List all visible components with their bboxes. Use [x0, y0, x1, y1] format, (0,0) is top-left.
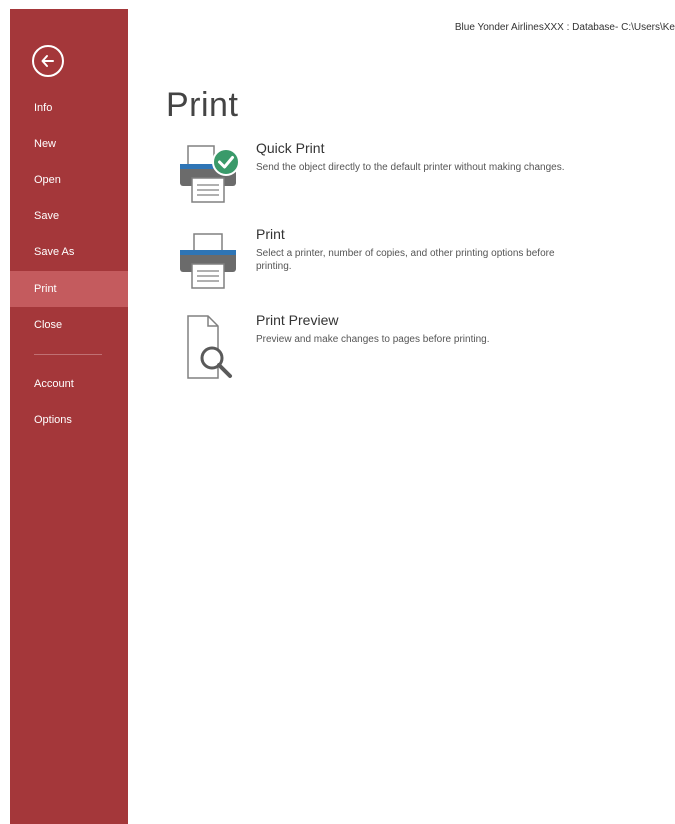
- print-title: Print: [256, 226, 285, 242]
- nav-item-new[interactable]: New: [10, 126, 128, 162]
- nav-item-options[interactable]: Options: [10, 402, 128, 438]
- quick-print-option[interactable]: Quick Print Send the object directly to …: [176, 140, 596, 210]
- nav-item-open[interactable]: Open: [10, 162, 128, 198]
- print-preview-option[interactable]: Print Preview Preview and make changes t…: [176, 312, 596, 382]
- printer-icon: [180, 233, 236, 289]
- window-top-edge: [0, 0, 675, 9]
- print-preview-title: Print Preview: [256, 312, 339, 328]
- quick-print-title: Quick Print: [256, 140, 325, 156]
- back-button[interactable]: [32, 45, 64, 77]
- print-preview-description: Preview and make changes to pages before…: [256, 334, 490, 345]
- nav-divider: [34, 354, 102, 355]
- print-description: Select a printer, number of copies, and …: [256, 248, 555, 272]
- nav-item-close[interactable]: Close: [10, 307, 128, 343]
- window-title: Blue Yonder AirlinesXXX : Database- C:\U…: [454, 22, 675, 33]
- backstage-sidebar: Info New Open Save Save As Print Close A…: [10, 9, 128, 824]
- page-title: Print: [166, 86, 239, 124]
- back-arrow-icon: [41, 55, 54, 67]
- printer-check-icon: [180, 145, 240, 203]
- nav-item-save[interactable]: Save: [10, 198, 128, 234]
- nav-item-info[interactable]: Info: [10, 90, 128, 126]
- nav-item-save-as[interactable]: Save As: [10, 234, 128, 270]
- nav-item-print[interactable]: Print: [10, 271, 128, 307]
- print-option[interactable]: Print Select a printer, number of copies…: [176, 226, 596, 296]
- quick-print-description: Send the object directly to the default …: [256, 162, 565, 173]
- nav-item-account[interactable]: Account: [10, 366, 128, 402]
- print-preview-icon: [187, 315, 232, 379]
